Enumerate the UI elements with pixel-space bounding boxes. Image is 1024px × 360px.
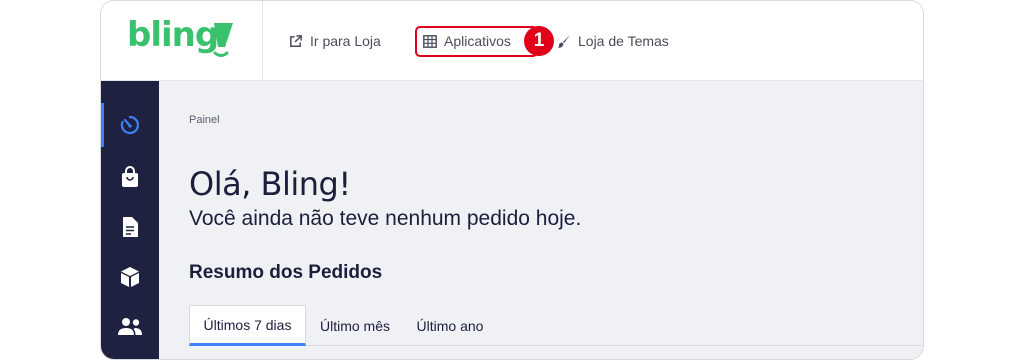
page-title: Olá, Bling! [189,165,351,203]
app-window: bling Ir para Loja Aplicativos Loja de T… [100,0,924,360]
sidebar-item-contatos[interactable] [101,305,159,349]
nav-loja-de-temas[interactable]: Loja de Temas [557,29,669,53]
top-navbar: bling Ir para Loja Aplicativos Loja de T… [101,1,923,81]
shopping-bag-icon [122,166,138,187]
sidebar [101,81,159,359]
main-content: Painel Olá, Bling! Você ainda não teve n… [159,81,923,359]
tab-ultimo-mes[interactable]: Último mês [309,305,401,346]
sidebar-item-dashboard[interactable] [101,103,159,147]
external-link-icon [290,34,302,47]
users-icon [118,318,142,335]
page-subtitle: Você ainda não teve nenhum pedido hoje. [189,207,582,230]
section-title: Resumo dos Pedidos [189,262,383,283]
highlight-box [415,26,538,57]
bling-logo: bling [127,15,219,55]
box-icon [121,267,139,287]
bling-logo-mark-icon [213,23,233,57]
nav-ir-para-loja-label: Ir para Loja [310,33,381,49]
breadcrumb[interactable]: Painel [189,114,220,126]
paintbrush-icon [557,35,570,48]
tab-ultimos-7-dias[interactable]: Últimos 7 dias [189,305,306,346]
sidebar-item-produtos[interactable] [101,255,159,299]
nav-loja-de-temas-label: Loja de Temas [578,33,669,49]
sidebar-item-notas[interactable] [101,205,159,249]
step-badge: 1 [524,26,554,56]
logo-area[interactable]: bling [101,1,263,80]
document-icon [123,217,138,237]
tab-ultimo-ano[interactable]: Último ano [405,305,495,346]
nav-ir-para-loja[interactable]: Ir para Loja [288,29,381,53]
dashboard-timer-icon [120,115,139,135]
sidebar-item-pedidos[interactable] [101,155,159,199]
